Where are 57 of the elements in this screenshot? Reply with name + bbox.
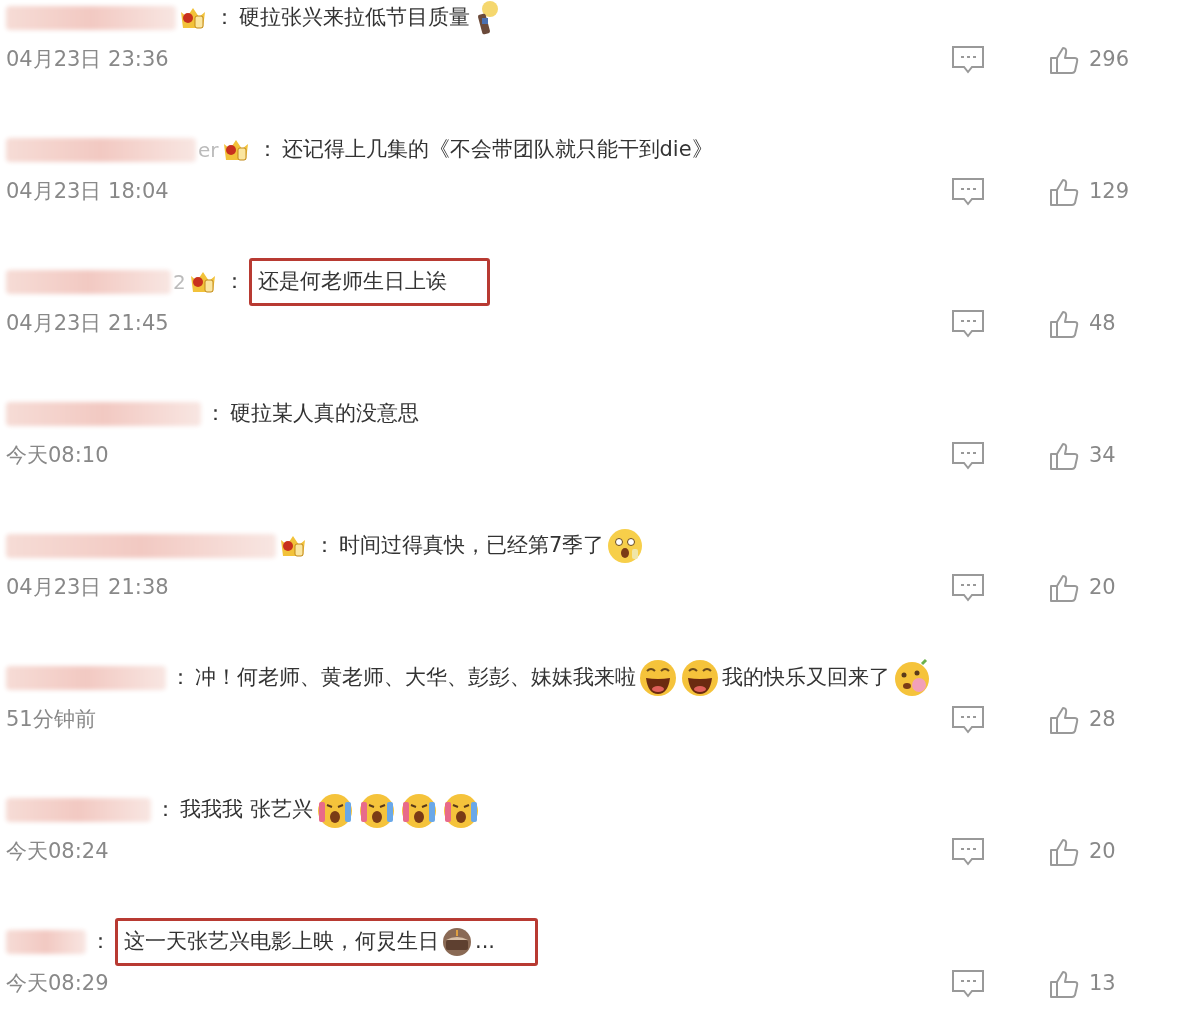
thumbs-up-icon[interactable] bbox=[1049, 573, 1079, 603]
comment-text: 我我我 张艺兴 bbox=[180, 796, 313, 824]
colon: ： bbox=[223, 268, 245, 296]
comment-icon[interactable] bbox=[951, 309, 985, 339]
username-fragment: er bbox=[198, 137, 219, 164]
like-count: 129 bbox=[1089, 178, 1130, 206]
blushing-emoji-icon bbox=[892, 658, 932, 698]
comment-time: 今天08:29 bbox=[6, 970, 110, 998]
thumbs-up-icon[interactable] bbox=[1049, 705, 1079, 735]
comment-text: 硬拉张兴来拉低节目质量 bbox=[239, 4, 470, 32]
thumbs-up-icon[interactable] bbox=[1049, 441, 1079, 471]
comment-icon[interactable] bbox=[951, 441, 985, 471]
comment-text: 还是何老师生日上诶 bbox=[257, 268, 447, 296]
comment-text: 还记得上几集的《不会带团队就只能干到die》 bbox=[281, 136, 713, 164]
laughing-emoji-icon bbox=[680, 658, 720, 698]
colon: ： bbox=[155, 796, 176, 824]
thumbs-up-icon[interactable] bbox=[1049, 837, 1079, 867]
comment-time: 51分钟前 bbox=[6, 706, 97, 734]
comment-text: 这一天张艺兴电影上映，何炅生日 bbox=[124, 928, 439, 956]
comment-text: 冲！何老师、黄老师、大华、彭彭、妹妹我来啦 bbox=[195, 664, 636, 692]
laughing-emoji-icon bbox=[638, 658, 678, 698]
thumbs-up-icon[interactable] bbox=[1049, 45, 1079, 75]
comment-text: 硬拉某人真的没意思 bbox=[230, 400, 419, 428]
comment-time: 04月23日 21:38 bbox=[6, 574, 170, 602]
colon: ： bbox=[170, 664, 191, 692]
colon: ： bbox=[314, 532, 335, 560]
like-count: 20 bbox=[1089, 838, 1116, 866]
thumbs-up-icon[interactable] bbox=[1049, 177, 1079, 207]
username-fragment: 2 bbox=[173, 269, 186, 296]
comment-time: 今天08:10 bbox=[6, 442, 110, 470]
comment-icon[interactable] bbox=[951, 837, 985, 867]
like-count: 13 bbox=[1089, 970, 1116, 998]
like-count: 48 bbox=[1089, 310, 1116, 338]
like-count: 34 bbox=[1089, 442, 1116, 470]
like-count: 28 bbox=[1089, 706, 1116, 734]
like-count: 20 bbox=[1089, 574, 1116, 602]
comment-icon[interactable] bbox=[951, 573, 985, 603]
colon: ： bbox=[256, 136, 278, 164]
comment-icon[interactable] bbox=[951, 45, 985, 75]
comment-time: 04月23日 23:36 bbox=[6, 46, 170, 74]
comment-icon[interactable] bbox=[951, 177, 985, 207]
colon: ： bbox=[205, 400, 226, 428]
comment-text: 我的快乐又回来了 bbox=[722, 664, 890, 692]
shocked-emoji-icon bbox=[606, 527, 645, 565]
comment-time: 04月23日 21:45 bbox=[6, 310, 170, 338]
thumbs-up-icon[interactable] bbox=[1049, 969, 1079, 999]
cake-emoji-icon bbox=[441, 926, 473, 958]
comment-text: ... bbox=[475, 928, 496, 956]
comment-icon[interactable] bbox=[951, 705, 985, 735]
comment-icon[interactable] bbox=[951, 969, 985, 999]
comment-text: 时间过得真快，已经第7季了 bbox=[339, 532, 605, 560]
colon: ： bbox=[214, 4, 235, 32]
comment-time: 04月23日 18:04 bbox=[6, 178, 170, 206]
comment-time: 今天08:24 bbox=[6, 838, 110, 866]
colon: ： bbox=[90, 928, 111, 956]
thumbs-up-icon[interactable] bbox=[1049, 309, 1079, 339]
like-count: 296 bbox=[1089, 46, 1130, 74]
